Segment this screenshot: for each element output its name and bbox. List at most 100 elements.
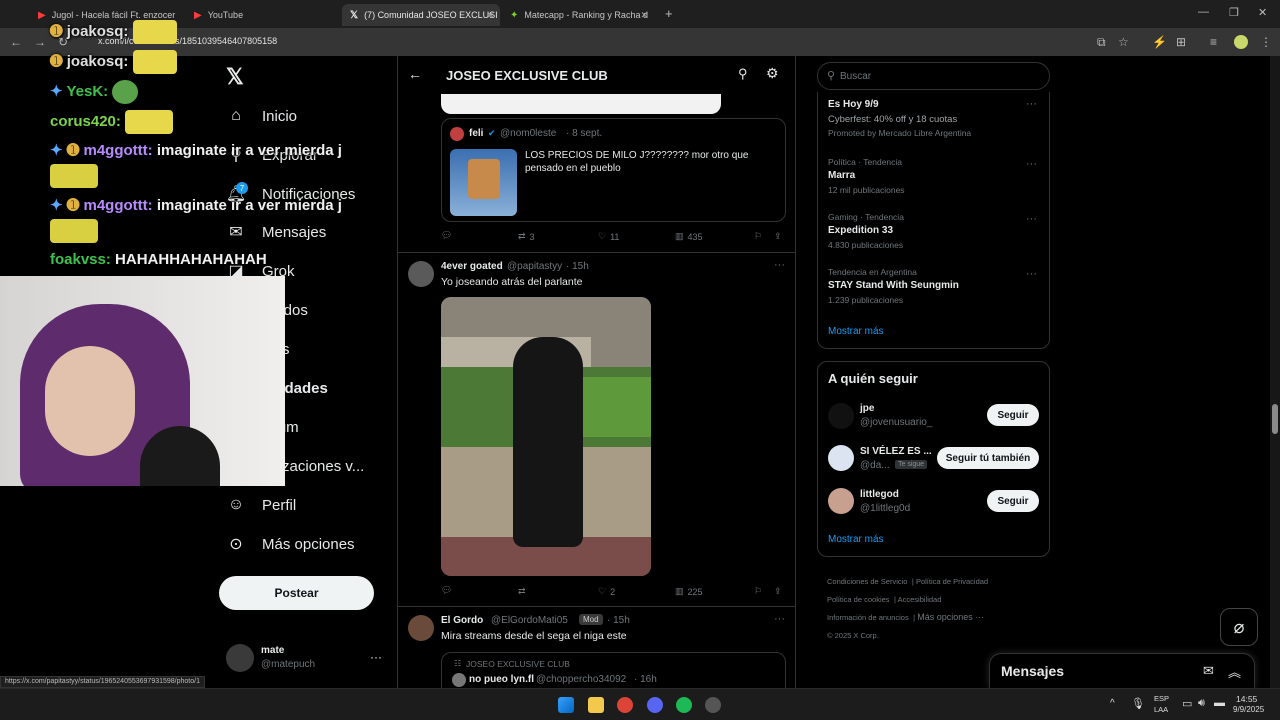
- scrollbar[interactable]: [1270, 56, 1280, 688]
- more-icon[interactable]: ···: [1026, 98, 1037, 110]
- views-button[interactable]: ▥ 225: [675, 586, 703, 597]
- avatar[interactable]: [408, 615, 434, 641]
- footer-link[interactable]: Más opciones ···: [917, 612, 984, 622]
- footer-link[interactable]: Política de Privacidad: [916, 577, 988, 586]
- quoted-tweet[interactable]: ☷ JOSEO EXCLUSIVE CLUB no pueo lyn.fl @c…: [441, 652, 786, 688]
- follow-name[interactable]: littlegod: [860, 489, 899, 500]
- forward-arrow-icon[interactable]: →: [34, 35, 46, 49]
- extension-icon[interactable]: ⚡: [1152, 35, 1167, 49]
- keyboard-layout[interactable]: LAA: [1154, 705, 1168, 714]
- spotify-icon[interactable]: [676, 697, 692, 713]
- install-icon[interactable]: ⧉: [1097, 35, 1106, 50]
- follow-button[interactable]: Seguir: [987, 404, 1039, 426]
- retweet-icon[interactable]: ⇄: [518, 586, 526, 597]
- tweet-photo[interactable]: [441, 297, 651, 576]
- tab-matecapp[interactable]: ✦ Matecapp - Ranking y Racha d ✕: [502, 4, 654, 26]
- clock-time[interactable]: 14:55: [1236, 694, 1257, 704]
- footer-link[interactable]: Accesibilidad: [898, 595, 942, 604]
- footer-link[interactable]: Política de cookies: [827, 595, 890, 604]
- close-window-icon[interactable]: ✕: [1258, 6, 1267, 19]
- media-image-fragment[interactable]: [441, 94, 721, 114]
- volume-icon[interactable]: 🔊︎: [1198, 697, 1205, 710]
- nav-mensajes[interactable]: ✉ Mensajes: [226, 222, 326, 242]
- tweet-time[interactable]: · 15h: [566, 261, 589, 272]
- network-icon[interactable]: ▭: [1182, 697, 1192, 710]
- nav-perfil[interactable]: ☺ Perfil: [226, 495, 296, 515]
- tweet-author[interactable]: El Gordo: [441, 615, 483, 626]
- avatar[interactable]: [408, 261, 434, 287]
- trend-item[interactable]: Tendencia en Argentina STAY Stand With S…: [828, 267, 959, 305]
- views-button[interactable]: ▥ 435: [675, 231, 703, 242]
- quoted-media[interactable]: [450, 149, 517, 216]
- profile-avatar[interactable]: [1234, 35, 1248, 49]
- nav-inicio[interactable]: ⌂ Inicio: [226, 106, 297, 126]
- avatar[interactable]: [828, 488, 854, 514]
- account-menu-icon[interactable]: ···: [370, 650, 382, 664]
- like-button[interactable]: ♡ 11: [598, 231, 619, 242]
- avatar[interactable]: [828, 403, 854, 429]
- language-indicator[interactable]: ESP: [1154, 694, 1169, 703]
- minimize-icon[interactable]: —: [1198, 6, 1209, 18]
- file-explorer-icon[interactable]: [588, 697, 604, 713]
- x-logo-icon[interactable]: 𝕏: [226, 64, 244, 90]
- bookmark-icon[interactable]: ⚐: [754, 586, 762, 597]
- follow-name[interactable]: SI VÉLEZ ES ...: [860, 446, 932, 457]
- back-arrow-icon[interactable]: ←: [10, 35, 22, 49]
- back-arrow-icon[interactable]: ←: [408, 66, 422, 82]
- show-more-link[interactable]: Mostrar más: [828, 326, 884, 337]
- messages-drawer[interactable]: Mensajes ✉ ︽: [989, 653, 1255, 688]
- more-icon[interactable]: ···: [1026, 158, 1037, 170]
- chevron-up-icon[interactable]: ^: [1110, 698, 1115, 709]
- battery-icon[interactable]: ▬: [1214, 697, 1225, 709]
- new-message-icon[interactable]: ✉: [1203, 663, 1214, 679]
- tab-youtube[interactable]: ▶ YouTube: [186, 4, 296, 26]
- windows-start-icon[interactable]: [558, 697, 574, 713]
- microphone-icon[interactable]: 🎙︎: [1131, 697, 1145, 710]
- account-name[interactable]: mate: [261, 645, 284, 656]
- more-icon[interactable]: ···: [1026, 268, 1037, 280]
- share-icon[interactable]: ⇪: [774, 231, 782, 242]
- discord-icon[interactable]: [647, 697, 663, 713]
- show-more-link[interactable]: Mostrar más: [828, 534, 884, 545]
- follow-button[interactable]: Seguir: [987, 490, 1039, 512]
- bookmark-icon[interactable]: ⚐: [754, 231, 762, 242]
- clock-date[interactable]: 9/9/2025: [1233, 705, 1264, 714]
- new-tab-icon[interactable]: +: [665, 6, 673, 21]
- close-tab-icon[interactable]: ✕: [640, 10, 648, 21]
- reply-icon[interactable]: 💬︎: [441, 585, 452, 596]
- search-icon[interactable]: ⚲: [738, 66, 748, 82]
- close-tab-icon[interactable]: ✕: [486, 10, 494, 21]
- reply-icon[interactable]: 💬︎: [441, 230, 452, 241]
- chevron-up-icon[interactable]: ︽: [1228, 662, 1241, 681]
- tweet-author[interactable]: 4ever goated: [441, 261, 503, 272]
- tweet-handle[interactable]: @papitastyy: [507, 261, 562, 272]
- share-icon[interactable]: ⇪: [774, 586, 782, 597]
- tweet-time[interactable]: · 15h: [607, 615, 630, 626]
- follow-name[interactable]: jpe: [860, 403, 874, 414]
- chrome-icon[interactable]: [617, 697, 633, 713]
- retweet-button[interactable]: ⇄ 3: [518, 231, 535, 242]
- footer-link[interactable]: Información de anuncios: [827, 613, 909, 622]
- trend-item[interactable]: Es Hoy 9/9 Cyberfest: 40% off y 18 cuota…: [828, 99, 971, 138]
- scrollbar-thumb[interactable]: [1272, 404, 1278, 434]
- puzzle-icon[interactable]: ⊞: [1176, 35, 1186, 49]
- quoted-tweet[interactable]: feli ✔ @nom0leste · 8 sept. LOS PRECIOS …: [441, 118, 786, 222]
- gear-icon[interactable]: ⚙: [766, 65, 779, 82]
- tab-comunidad[interactable]: 𝕏 (7) Comunidad JOSEO EXCLUSI ✕: [342, 4, 500, 26]
- tweet-handle[interactable]: @ElGordoMati05: [491, 615, 568, 626]
- steam-icon[interactable]: [705, 697, 721, 713]
- maximize-icon[interactable]: ❐: [1229, 6, 1239, 19]
- post-button[interactable]: Postear: [219, 576, 374, 610]
- account-avatar[interactable]: [226, 644, 254, 672]
- more-icon[interactable]: ···: [774, 613, 785, 625]
- follow-back-button[interactable]: Seguir tú también: [937, 447, 1039, 469]
- search-box[interactable]: ⚲ Buscar: [817, 62, 1050, 90]
- avatar[interactable]: [828, 445, 854, 471]
- footer-link[interactable]: Condiciones de Servicio: [827, 577, 907, 586]
- star-icon[interactable]: ☆: [1118, 35, 1129, 49]
- grok-float-icon[interactable]: ⌀: [1220, 608, 1258, 646]
- sidepanel-icon[interactable]: ≡: [1210, 35, 1217, 49]
- trend-item[interactable]: Política · Tendencia Marra 12 mil public…: [828, 157, 905, 195]
- menu-dots-icon[interactable]: ⋮: [1260, 35, 1272, 49]
- more-icon[interactable]: ···: [774, 259, 785, 271]
